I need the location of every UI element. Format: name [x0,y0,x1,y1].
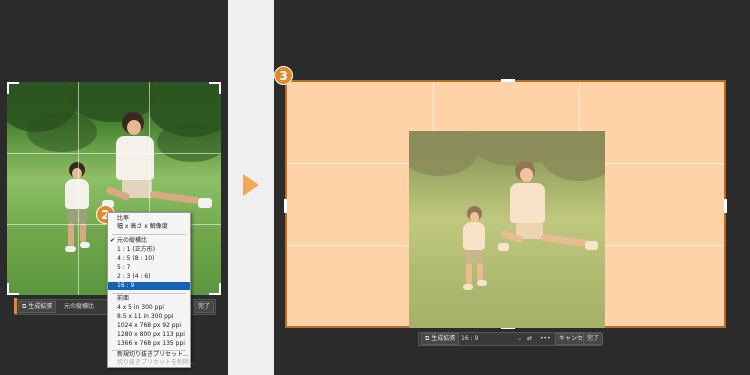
menu-item-original-ratio[interactable]: 元の縦横比 [108,237,190,245]
ratio-select-right[interactable]: 16 : 9 [461,334,478,344]
chevron-down-icon[interactable]: ⌄ [517,334,522,344]
more-icon[interactable]: ••• [540,334,551,344]
menu-preset-1024x768[interactable]: 1024 x 768 px 92 ppi [108,322,190,330]
step-badge-3: 3 [274,66,293,85]
menu-item-5-7[interactable]: 5 : 7 [108,264,190,272]
play-arrow-icon [243,174,259,196]
menu-item-2-3[interactable]: 2 : 3 (4 : 6) [108,273,190,281]
menu-item-width-height-resolution[interactable]: 幅 x 高さ x 解像度 [108,223,190,231]
menu-preset-header: 前面 [117,295,130,302]
generative-expand-button-right[interactable]: ⧉ 生成拡張 [421,333,460,345]
done-button[interactable]: 完了 [194,301,215,313]
child-small [59,162,99,272]
ratio-select[interactable]: 元の縦横比 [64,302,94,312]
menu-item-16-9[interactable]: 16 : 9 [108,282,190,290]
top-handle[interactable] [501,79,515,82]
toolbar-highlight [14,298,17,314]
photo-right [409,131,605,328]
menu-preset-1280x800[interactable]: 1280 x 800 px 113 ppi [108,331,190,339]
menu-preset-4x5[interactable]: 4 x 5 in 300 ppi [108,304,190,312]
left-handle[interactable] [284,199,287,213]
menu-preset-1366x768[interactable]: 1366 x 768 px 135 ppi [108,340,190,348]
generative-expand-button[interactable]: ⧉ 生成拡張 [18,301,57,313]
menu-item-ratio[interactable]: 比率 [108,215,190,223]
menu-preset-8-5x11[interactable]: 8.5 x 11 in 300 ppi [108,313,190,321]
crop-toolbar-right: ⧉ 生成拡張 16 : 9 ⌄ ⇄ ••• キャンセル 完了 [418,332,604,346]
menu-item-1-1[interactable]: 1 : 1 (正方形) [108,246,190,254]
right-handle[interactable] [724,199,727,213]
menu-delete-crop-preset: 切り抜きプリセットを削除... [117,359,195,366]
menu-new-crop-preset[interactable]: 新規切り抜きプリセット... [108,351,190,359]
done-button-right[interactable]: 完了 [583,333,604,345]
menu-item-4-5[interactable]: 4 : 5 (8 : 10) [108,255,190,263]
swap-icon[interactable]: ⇄ [527,334,532,344]
ratio-dropdown-menu: 比率 幅 x 高さ x 解像度 ✔ 元の縦横比 1 : 1 (正方形) 4 : … [107,212,195,368]
